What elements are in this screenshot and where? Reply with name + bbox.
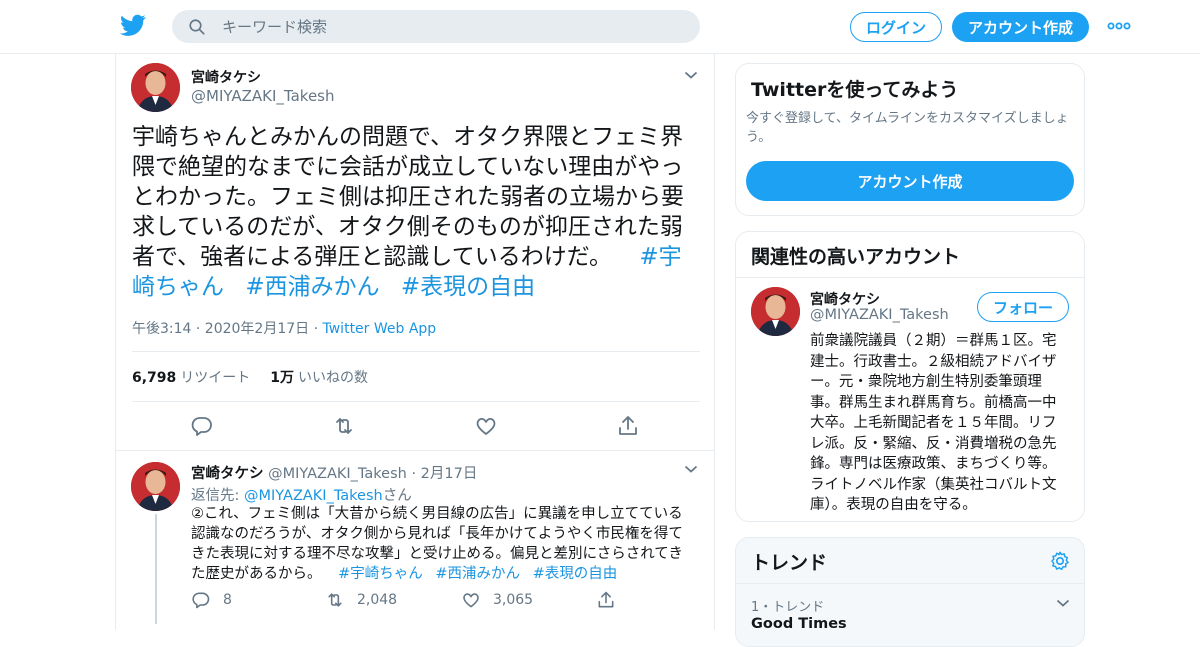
chevron-down-icon[interactable] <box>684 70 698 80</box>
reply-date[interactable]: 2月17日 <box>421 466 478 482</box>
signup-card: Twitterを使ってみよう 今すぐ登録して、タイムラインをカスタマイズしましょ… <box>735 63 1085 216</box>
related-account-handle[interactable]: @MIYAZAKI_Takesh <box>810 307 949 323</box>
retweet-count: 6,798 <box>132 370 177 386</box>
share-icon <box>598 591 614 608</box>
search-icon <box>189 19 205 35</box>
reply-to-handle[interactable]: @MIYAZAKI_Takesh <box>244 488 383 504</box>
divider <box>116 450 714 451</box>
divider <box>132 401 700 402</box>
retweet-label: リツイート <box>180 370 251 386</box>
gear-icon[interactable] <box>1049 550 1071 572</box>
chevron-down-icon[interactable] <box>1056 598 1070 608</box>
search-input[interactable] <box>222 10 682 43</box>
avatar[interactable] <box>751 287 800 336</box>
top-bar: ログイン アカウント作成 <box>0 0 1200 54</box>
reply-action[interactable]: 8 <box>191 590 232 610</box>
divider <box>736 277 1084 278</box>
trend-meta: 1・トレンド <box>751 600 825 615</box>
hashtag-link[interactable]: #宇崎ちゃん <box>338 566 423 582</box>
reply-header: 宮崎タケシ @MIYAZAKI_Takesh · 2月17日 <box>191 466 478 482</box>
divider <box>736 583 1084 584</box>
reply-icon[interactable] <box>190 414 214 438</box>
reply-to-prefix: 返信先: <box>191 488 244 504</box>
follow-button[interactable]: フォロー <box>977 292 1069 322</box>
thread-line <box>155 514 157 624</box>
login-button[interactable]: ログイン <box>850 12 942 42</box>
tweet-meta: 午後3:14 · 2020年2月17日 · Twitter Web App <box>132 321 437 337</box>
author-name[interactable]: 宮崎タケシ <box>191 67 261 87</box>
retweet-icon[interactable] <box>332 414 356 438</box>
share-action[interactable] <box>596 590 628 610</box>
retweet-stat[interactable]: 6,798 リツイート <box>132 367 250 387</box>
retweet-icon <box>328 593 342 607</box>
chevron-down-icon[interactable] <box>684 464 698 474</box>
reply-author-handle[interactable]: @MIYAZAKI_Takesh <box>268 466 407 482</box>
like-stat[interactable]: 1万 いいねの数 <box>270 367 368 387</box>
avatar[interactable] <box>131 63 180 112</box>
reply-to-suffix: さん <box>382 488 412 504</box>
avatar-photo-icon <box>751 287 800 336</box>
like-action[interactable]: 3,065 <box>461 590 533 610</box>
tweet-text: 宇崎ちゃんとみかんの問題で、オタク界隈とフェミ界隈で絶望的なまでに会話が成立して… <box>132 122 704 302</box>
author-handle[interactable]: @MIYAZAKI_Takesh <box>191 87 335 105</box>
tweet-column: 宮崎タケシ @MIYAZAKI_Takesh 宇崎ちゃんとみかんの問題で、オタク… <box>115 54 715 630</box>
signup-card-description: 今すぐ登録して、タイムラインをカスタマイズしましょう。 <box>746 111 1069 145</box>
hashtag-link[interactable]: #表現の自由 <box>401 274 535 300</box>
tweet-body: 宇崎ちゃんとみかんの問題で、オタク界隈とフェミ界隈で絶望的なまでに会話が成立して… <box>132 124 684 270</box>
hashtag-link[interactable]: #西浦みかん <box>245 274 379 300</box>
avatar-photo-icon <box>131 63 180 112</box>
related-card-title: 関連性の高いアカウント <box>751 246 961 268</box>
related-account-name[interactable]: 宮崎タケシ <box>810 289 880 309</box>
signup-card-button[interactable]: アカウント作成 <box>746 161 1074 201</box>
hashtag-link[interactable]: #表現の自由 <box>533 566 618 582</box>
trends-card: トレンド 1・トレンド Good Times <box>735 537 1085 647</box>
reply-count: 8 <box>223 592 232 608</box>
divider <box>132 351 700 352</box>
more-dots-icon[interactable] <box>1106 20 1132 32</box>
signup-card-title: Twitterを使ってみよう <box>751 79 959 101</box>
reply-icon <box>192 592 210 609</box>
tweet-source-link[interactable]: Twitter Web App <box>323 321 437 337</box>
like-label: いいねの数 <box>298 370 369 386</box>
search-bar[interactable] <box>172 10 700 43</box>
trends-card-title: トレンド <box>751 552 828 574</box>
retweet-count: 2,048 <box>357 592 398 608</box>
signup-button[interactable]: アカウント作成 <box>952 12 1089 42</box>
reply-to-line: 返信先: @MIYAZAKI_Takeshさん <box>191 484 412 505</box>
like-icon <box>463 593 479 608</box>
share-icon[interactable] <box>616 414 640 438</box>
hashtag-link[interactable]: #西浦みかん <box>435 566 520 582</box>
reply-text: ②これ、フェミ側は「大昔から続く男目線の広告」に異議を申し立てている認識なのだろ… <box>191 504 691 584</box>
tweet-stats: 6,798 リツイート 1万 いいねの数 <box>132 367 368 387</box>
retweet-action[interactable]: 2,048 <box>325 590 397 610</box>
avatar[interactable] <box>131 462 180 511</box>
reply-author-name[interactable]: 宮崎タケシ <box>191 466 264 482</box>
tweet-timestamp[interactable]: 午後3:14 · 2020年2月17日 <box>132 321 309 337</box>
like-count: 1万 <box>270 370 295 386</box>
like-icon[interactable] <box>474 414 498 438</box>
like-count: 3,065 <box>493 592 534 608</box>
related-accounts-card: 関連性の高いアカウント 宮崎タケシ @MIYAZAKI_Takesh フォロー … <box>735 231 1085 522</box>
related-account-bio: 前衆議院議員（２期）＝群馬１区。宅建士。行政書士。２級相続アドバイザー。元・衆院… <box>810 333 1057 513</box>
avatar-photo-icon <box>131 462 180 511</box>
twitter-bird-icon[interactable] <box>120 12 146 38</box>
